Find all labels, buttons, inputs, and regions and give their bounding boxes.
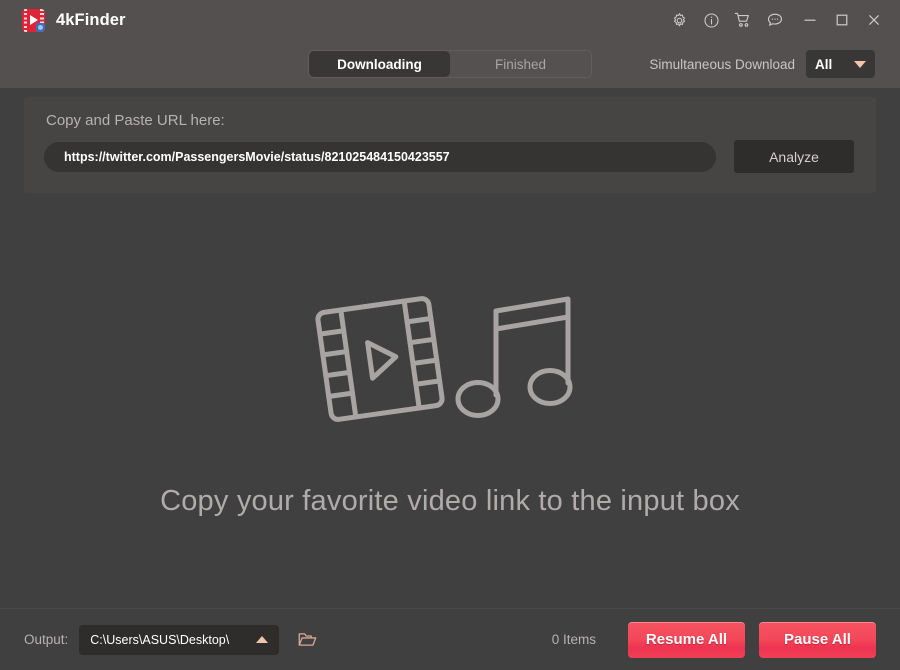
minimize-icon[interactable] xyxy=(794,4,826,36)
app-window: 4kFinder Downloading Finished Simultaneo… xyxy=(0,0,900,670)
empty-state-message: Copy your favorite video link to the inp… xyxy=(160,485,740,517)
url-input[interactable] xyxy=(44,142,716,172)
output-path-value: C:\Users\ASUS\Desktop\ xyxy=(90,632,230,647)
simultaneous-download-dropdown[interactable]: All xyxy=(806,50,875,78)
title-bar: 4kFinder xyxy=(0,0,900,40)
output-label: Output: xyxy=(24,632,69,647)
simultaneous-download-value: All xyxy=(815,56,833,72)
settings-gear-icon[interactable] xyxy=(663,4,695,36)
close-icon[interactable] xyxy=(858,4,890,36)
maximize-icon[interactable] xyxy=(826,4,858,36)
feedback-chat-icon[interactable] xyxy=(759,4,791,36)
cart-icon[interactable] xyxy=(727,4,759,36)
output-path-dropdown[interactable]: C:\Users\ASUS\Desktop\ xyxy=(79,624,280,655)
tab-finished[interactable]: Finished xyxy=(450,51,591,77)
url-panel: Copy and Paste URL here: Analyze xyxy=(24,97,876,193)
tab-bar: Downloading Finished xyxy=(308,50,592,78)
simultaneous-download-label: Simultaneous Download xyxy=(649,56,795,72)
pause-all-button[interactable]: Pause All xyxy=(759,621,876,658)
chevron-down-icon xyxy=(854,60,866,68)
empty-state-artwork xyxy=(310,287,590,437)
analyze-button[interactable]: Analyze xyxy=(734,140,854,173)
logo-badge-icon xyxy=(36,22,45,32)
main-empty-state: Copy your favorite video link to the inp… xyxy=(0,193,900,608)
simultaneous-download-control: Simultaneous Download All xyxy=(649,50,875,78)
4kfinder-logo-icon xyxy=(22,8,45,32)
footer-bar: Output: C:\Users\ASUS\Desktop\ 0 Items R… xyxy=(0,608,900,670)
tab-downloading[interactable]: Downloading xyxy=(309,51,450,77)
url-panel-label: Copy and Paste URL here: xyxy=(46,112,225,129)
film-perforations-left xyxy=(23,8,27,32)
film-strip-play-icon xyxy=(315,296,445,422)
info-icon[interactable] xyxy=(695,4,727,36)
chevron-up-icon xyxy=(256,636,269,643)
window-controls xyxy=(663,4,890,36)
items-count: 0 Items xyxy=(551,632,596,647)
app-title: 4kFinder xyxy=(56,10,126,29)
open-folder-icon[interactable] xyxy=(295,628,319,652)
music-note-icon xyxy=(455,296,573,418)
resume-all-button[interactable]: Resume All xyxy=(628,621,745,658)
app-brand: 4kFinder xyxy=(22,8,126,32)
